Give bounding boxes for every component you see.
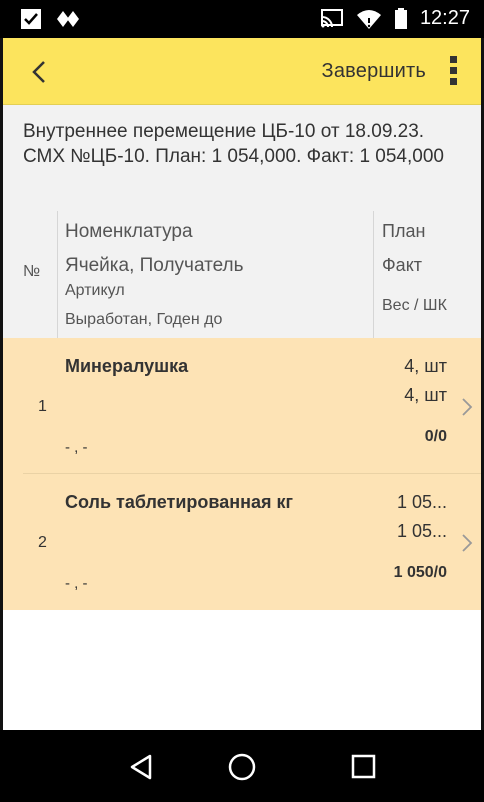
cast-icon: [320, 8, 344, 30]
item-weight: 1 050/0: [393, 564, 447, 581]
list-item[interactable]: 1 Минералушка - , - 4, шт 4, шт 0/0: [3, 338, 481, 474]
square-recents-icon: [351, 754, 376, 779]
item-name: Минералушка: [65, 356, 189, 376]
column-nomenclature-header: Номенклатура: [65, 221, 193, 242]
column-number-header: №: [23, 263, 41, 280]
item-weight: 0/0: [424, 428, 447, 445]
nav-back-button[interactable]: [126, 752, 156, 782]
finish-button[interactable]: Завершить: [322, 60, 426, 83]
nav-home-button[interactable]: [227, 752, 257, 782]
item-fact: 4, шт: [404, 385, 447, 405]
item-name: Соль таблетированная кг: [65, 492, 293, 512]
item-number: 2: [38, 534, 47, 551]
item-number: 1: [38, 398, 47, 415]
diamond-notification-icon: [56, 8, 84, 30]
chevron-right-icon: [462, 398, 473, 416]
column-plan-header: План: [382, 221, 426, 241]
battery-icon: [394, 7, 408, 30]
system-navigation-bar: [0, 730, 484, 802]
menu-dot-icon: [449, 56, 457, 63]
table-header: № Номенклатура Ячейка, Получатель Артику…: [3, 211, 481, 338]
column-produced-header: Выработан, Годен до: [65, 311, 223, 328]
app-toolbar: Завершить: [3, 38, 481, 105]
items-list: 1 Минералушка - , - 4, шт 4, шт 0/0 2 Со…: [3, 338, 481, 610]
more-menu-button[interactable]: [443, 56, 463, 88]
document-header: Внутреннее перемещение ЦБ-10 от 18.09.23…: [3, 105, 481, 212]
nav-recents-button[interactable]: [349, 752, 379, 782]
triangle-back-icon: [130, 754, 152, 780]
chevron-right-icon: [462, 534, 473, 552]
back-arrow-icon: [32, 61, 45, 83]
item-fact: 1 05...: [396, 521, 447, 541]
column-article-header: Артикул: [65, 282, 125, 299]
wifi-icon: [356, 8, 382, 30]
item-produced: - , -: [65, 575, 88, 592]
back-button[interactable]: [25, 57, 55, 87]
status-bar: 12:27: [0, 0, 484, 38]
circle-home-icon: [228, 753, 256, 781]
status-bar-left: [20, 8, 84, 30]
column-weight-header: Вес / ШК: [382, 297, 447, 314]
status-bar-right: 12:27: [320, 7, 470, 30]
item-produced: - , -: [65, 439, 88, 456]
menu-dot-icon: [449, 78, 457, 85]
list-item[interactable]: 2 Соль таблетированная кг - , - 1 05... …: [3, 474, 481, 610]
column-divider: [57, 211, 58, 338]
clock: 12:27: [419, 7, 470, 29]
item-plan: 4, шт: [404, 356, 447, 376]
menu-dot-icon: [449, 67, 457, 74]
checkbox-notification-icon: [20, 8, 42, 30]
item-plan: 1 05...: [396, 492, 447, 512]
column-cell-header: Ячейка, Получатель: [65, 255, 244, 276]
document-title: Внутреннее перемещение ЦБ-10 от 18.09.23…: [23, 121, 444, 167]
column-divider: [373, 211, 374, 338]
column-fact-header: Факт: [382, 255, 423, 275]
